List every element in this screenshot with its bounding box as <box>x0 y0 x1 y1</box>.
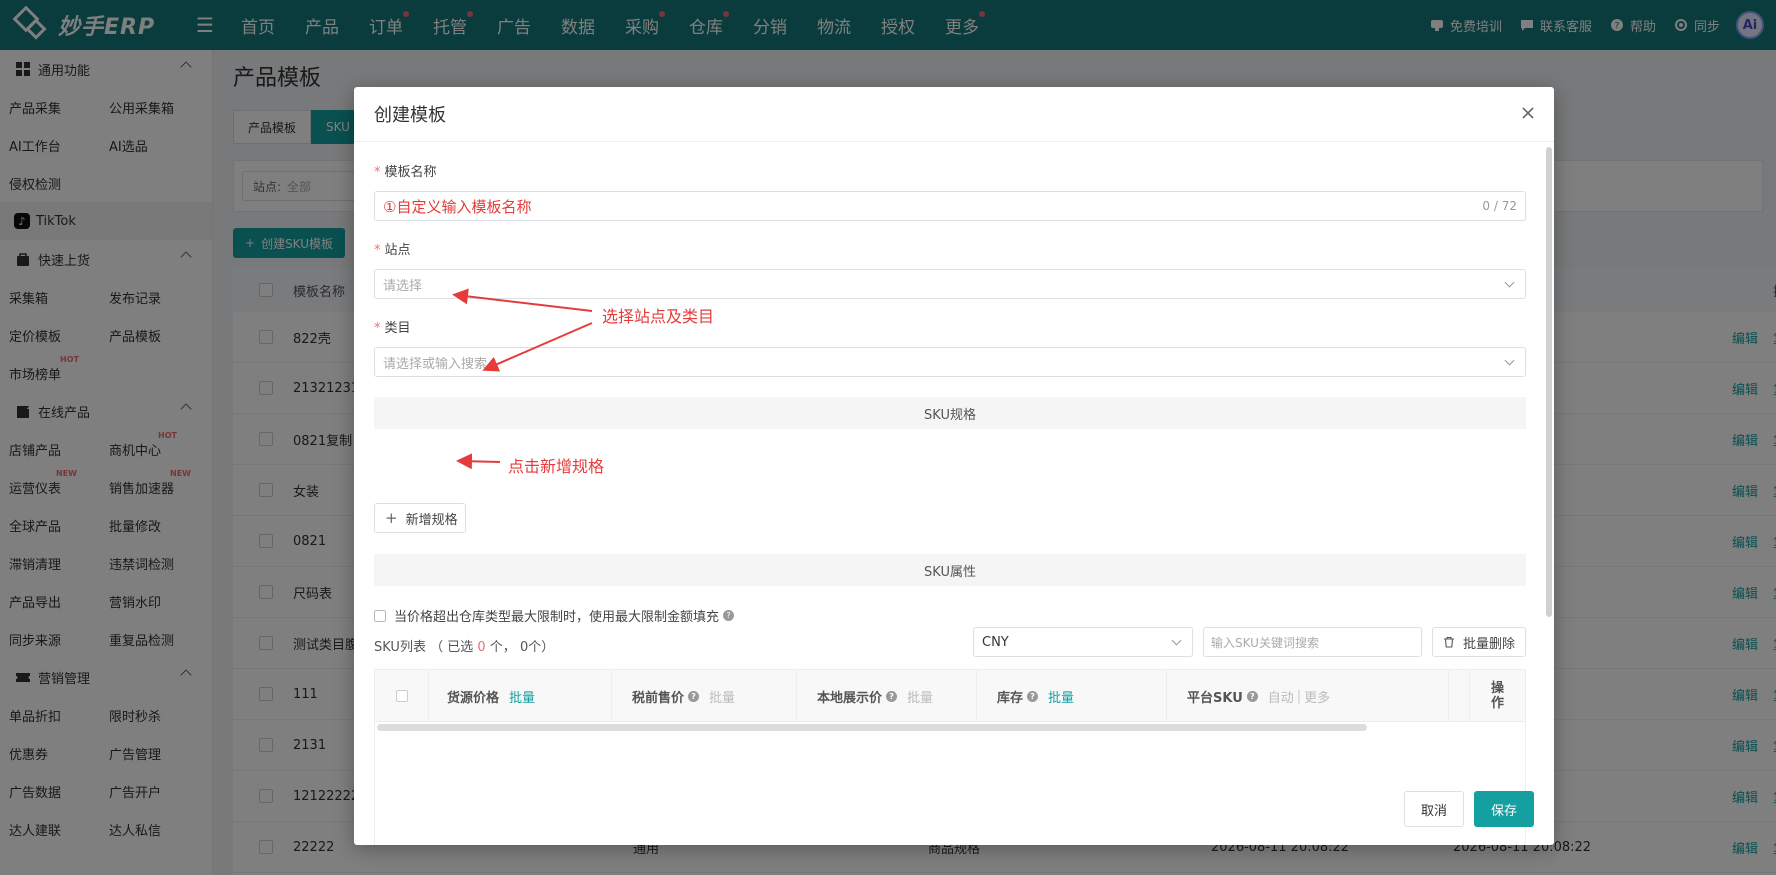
arrow-to-site <box>452 288 593 312</box>
arrow-to-category <box>482 322 593 372</box>
cancel-button[interactable]: 取消 <box>1404 791 1464 827</box>
annotation-add-spec: 点击新增规格 <box>508 457 605 476</box>
create-template-modal: 创建模板 * 模板名称 ①自定义输入模板名称 0 / 72 * 站点 请选择 * 类目… <box>354 87 1554 845</box>
arrow-to-add-spec <box>456 453 501 470</box>
save-button[interactable]: 保存 <box>1474 791 1534 827</box>
modal-footer: 取消 保存 <box>1404 791 1534 827</box>
annotation-site-category: 选择站点及类目 <box>602 307 715 326</box>
